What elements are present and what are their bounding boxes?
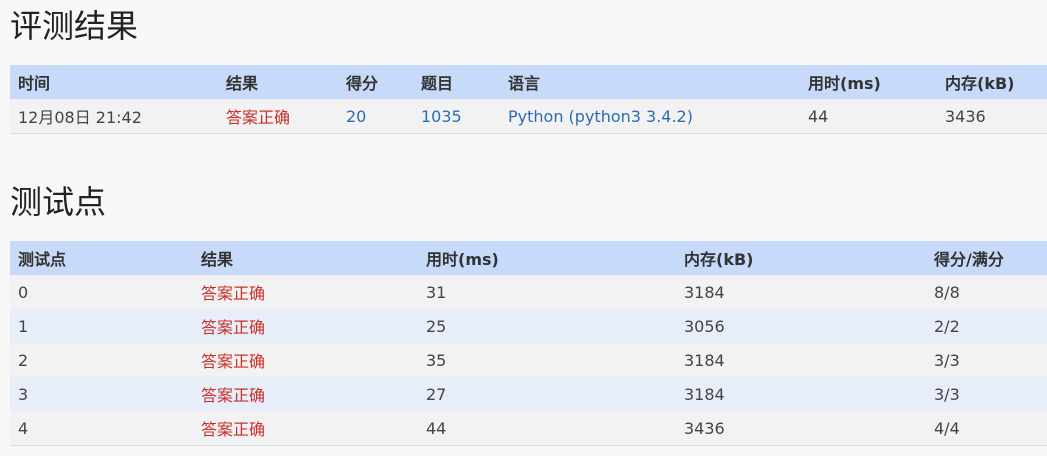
column-header-time: 时间 <box>10 65 218 99</box>
cases-table-header-row: 测试点 结果 用时(ms) 内存(kB) 得分/满分 <box>10 241 1047 275</box>
result-table: 时间 结果 得分 题目 语言 用时(ms) 内存(kB) 12月08日 21:4… <box>10 65 1047 134</box>
case-id: 3 <box>10 377 193 411</box>
case-score: 3/3 <box>926 343 1047 377</box>
result-row: 12月08日 21:42 答案正确 20 1035 Python (python… <box>10 99 1047 134</box>
problem-link[interactable]: 1035 <box>413 99 500 134</box>
submission-time-ms: 44 <box>800 99 937 134</box>
case-id: 1 <box>10 309 193 343</box>
result-section-title: 评测结果 <box>10 7 139 45</box>
case-memory: 3184 <box>676 275 926 309</box>
column-header-case-memory: 内存(kB) <box>676 241 926 275</box>
case-id: 2 <box>10 343 193 377</box>
column-header-case-time: 用时(ms) <box>418 241 676 275</box>
language-link[interactable]: Python (python3 3.4.2) <box>500 99 800 134</box>
case-score: 4/4 <box>926 411 1047 446</box>
column-header-score: 得分 <box>338 65 413 99</box>
case-id: 4 <box>10 411 193 446</box>
case-result: 答案正确 <box>193 411 418 446</box>
submission-score-link[interactable]: 20 <box>338 99 413 134</box>
column-header-time-ms: 用时(ms) <box>800 65 937 99</box>
column-header-case-result: 结果 <box>193 241 418 275</box>
table-row: 2 答案正确 35 3184 3/3 <box>10 343 1047 377</box>
table-row: 1 答案正确 25 3056 2/2 <box>10 309 1047 343</box>
case-score: 2/2 <box>926 309 1047 343</box>
table-row: 4 答案正确 44 3436 4/4 <box>10 411 1047 446</box>
case-time: 31 <box>418 275 676 309</box>
case-memory: 3184 <box>676 377 926 411</box>
submission-time: 12月08日 21:42 <box>10 99 218 134</box>
submission-memory: 3436 <box>937 99 1047 134</box>
case-score: 3/3 <box>926 377 1047 411</box>
column-header-memory: 内存(kB) <box>937 65 1047 99</box>
case-result: 答案正确 <box>193 377 418 411</box>
test-cases-table: 测试点 结果 用时(ms) 内存(kB) 得分/满分 0 答案正确 31 318… <box>10 241 1047 446</box>
case-result: 答案正确 <box>193 275 418 309</box>
case-time: 44 <box>418 411 676 446</box>
case-memory: 3056 <box>676 309 926 343</box>
table-row: 0 答案正确 31 3184 8/8 <box>10 275 1047 309</box>
column-header-language: 语言 <box>500 65 800 99</box>
submission-result: 答案正确 <box>218 99 338 134</box>
table-row: 3 答案正确 27 3184 3/3 <box>10 377 1047 411</box>
page: 评测结果 时间 结果 得分 题目 语言 用时(ms) 内存(kB) 12月08日… <box>0 0 1047 456</box>
case-id: 0 <box>10 275 193 309</box>
column-header-case: 测试点 <box>10 241 193 275</box>
case-result: 答案正确 <box>193 309 418 343</box>
case-memory: 3436 <box>676 411 926 446</box>
case-time: 27 <box>418 377 676 411</box>
case-result: 答案正确 <box>193 343 418 377</box>
case-time: 25 <box>418 309 676 343</box>
column-header-problem: 题目 <box>413 65 500 99</box>
result-table-header-row: 时间 结果 得分 题目 语言 用时(ms) 内存(kB) <box>10 65 1047 99</box>
column-header-case-score: 得分/满分 <box>926 241 1047 275</box>
case-memory: 3184 <box>676 343 926 377</box>
case-score: 8/8 <box>926 275 1047 309</box>
column-header-result: 结果 <box>218 65 338 99</box>
case-time: 35 <box>418 343 676 377</box>
cases-section-title: 测试点 <box>10 183 107 221</box>
